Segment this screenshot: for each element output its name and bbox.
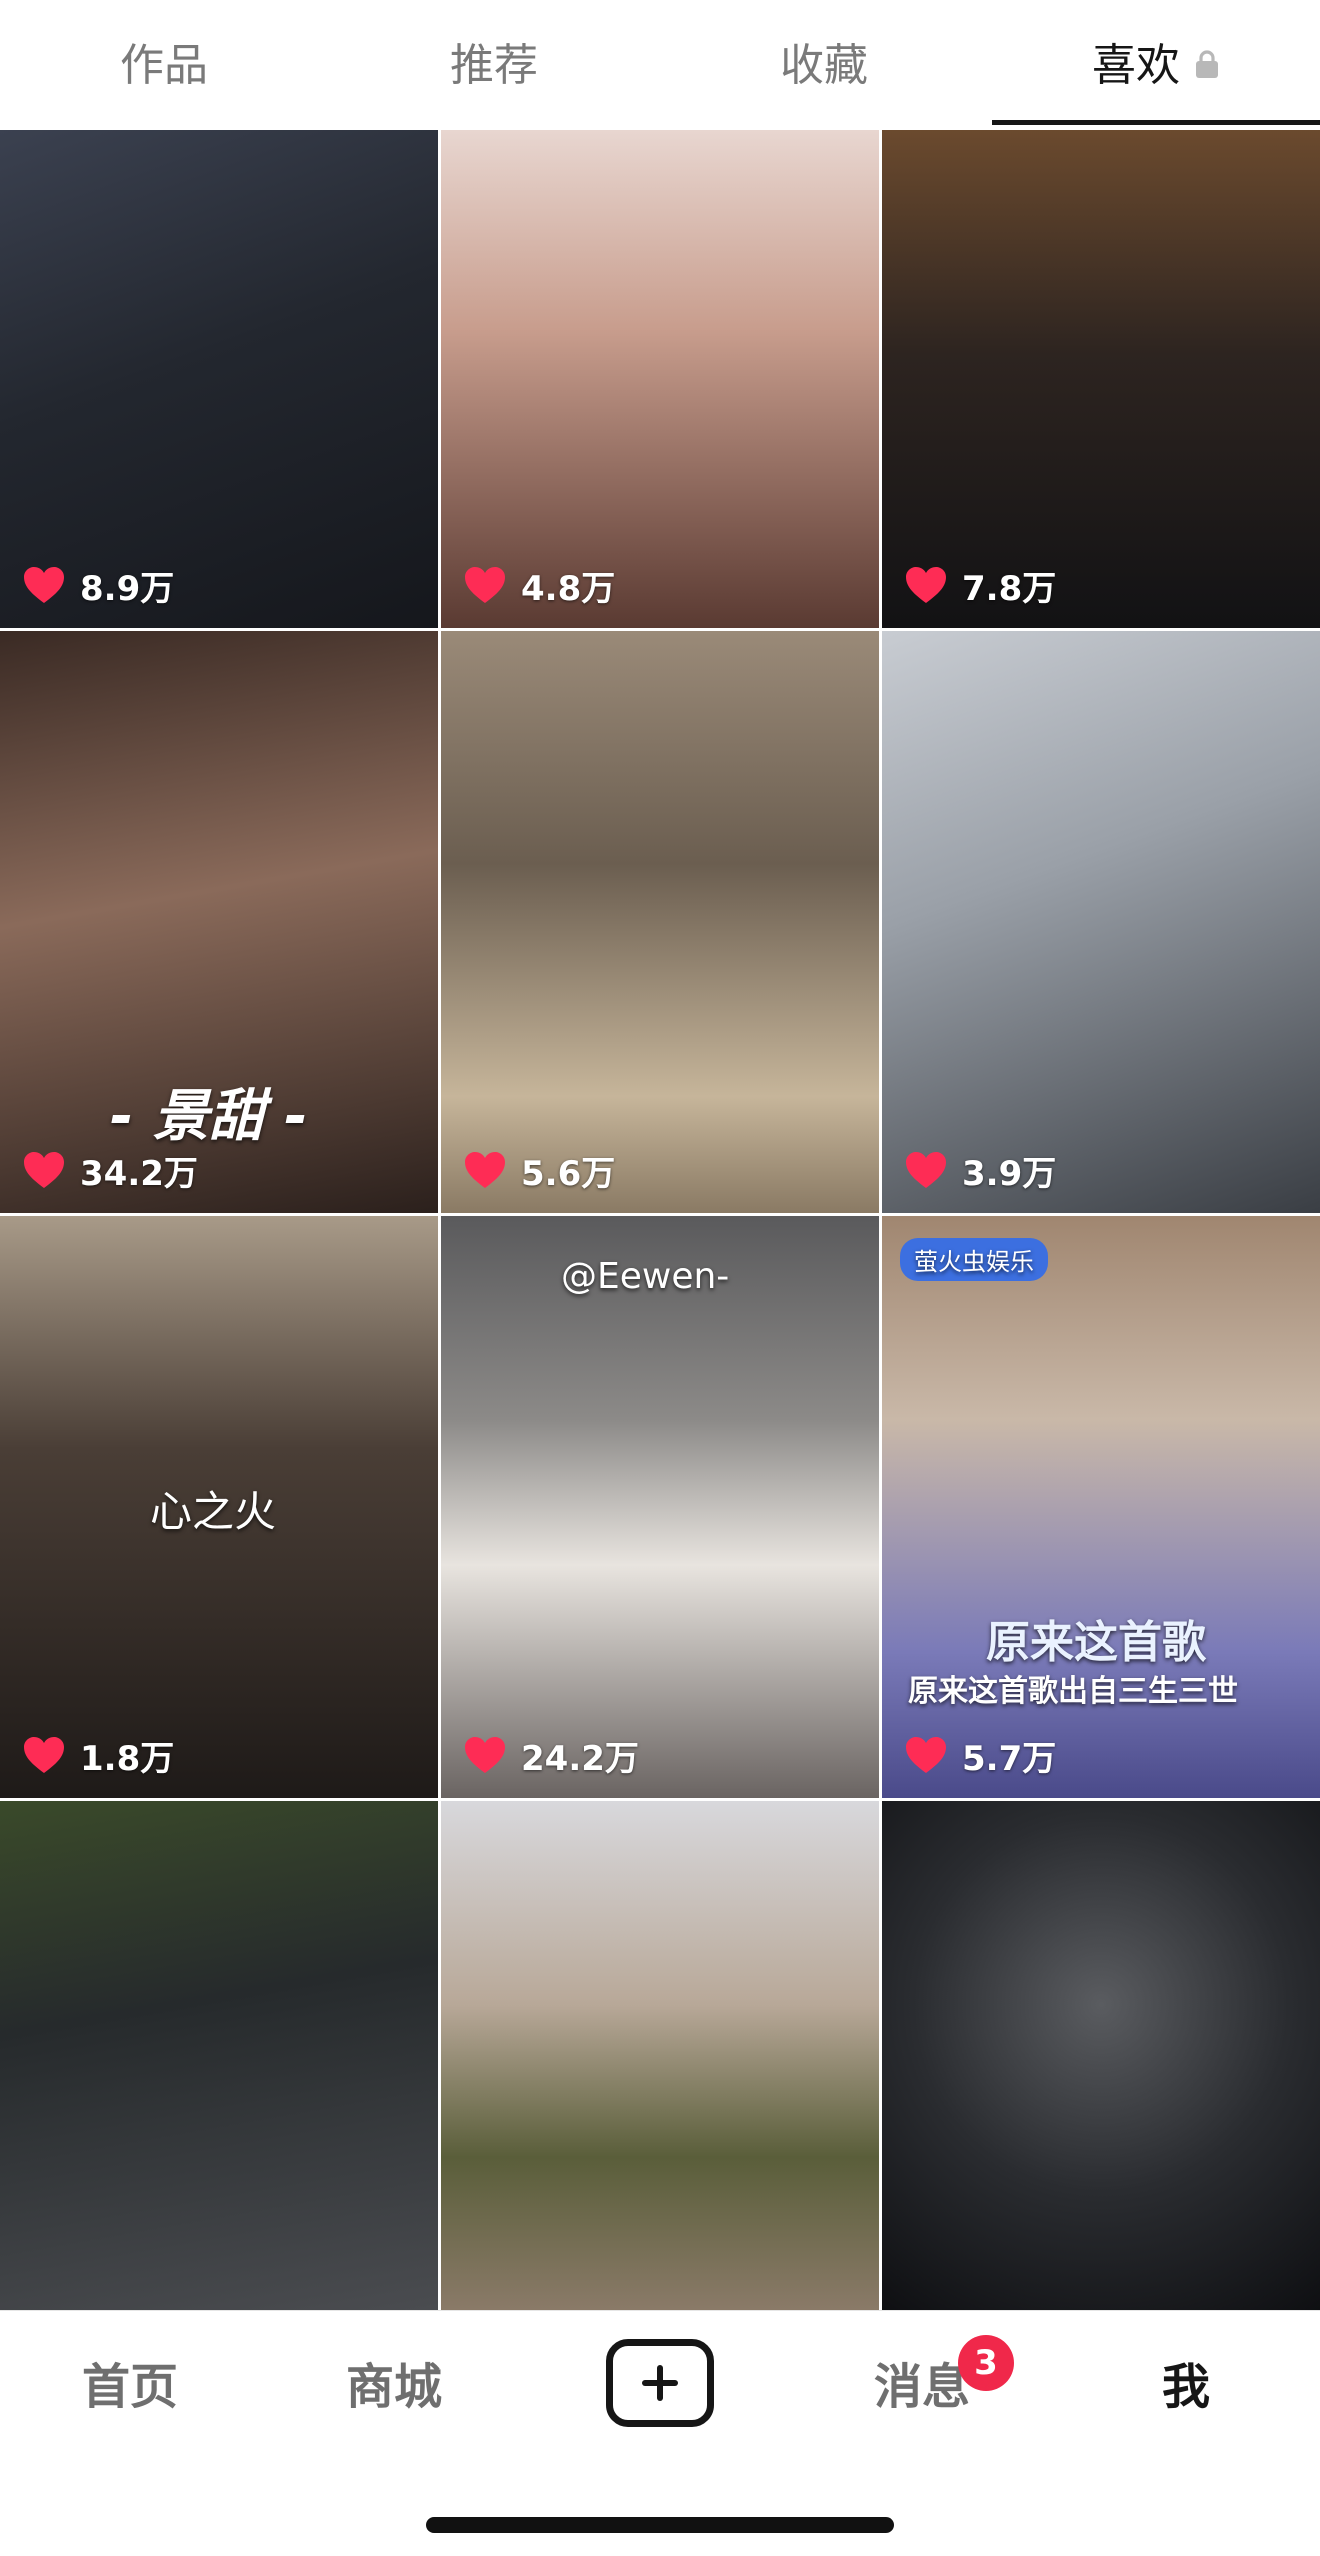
like-count-row: 3.9万 xyxy=(904,1145,1056,1195)
video-thumbnail[interactable]: - 景甜 - 34.2万 xyxy=(0,631,438,1213)
tab-liked[interactable]: 喜欢 xyxy=(1056,36,1256,96)
like-count-row: 5.7万 xyxy=(904,1730,1056,1780)
home-indicator xyxy=(426,2517,894,2533)
create-post-button[interactable] xyxy=(606,2339,714,2427)
heart-icon xyxy=(24,1737,64,1773)
tab-favorites[interactable]: 收藏 xyxy=(724,36,924,96)
heart-icon xyxy=(24,1152,64,1188)
heart-icon xyxy=(906,1737,946,1773)
video-thumbnail[interactable] xyxy=(441,1801,879,2310)
active-tab-indicator xyxy=(992,120,1320,125)
watermark-text: @Eewen- xyxy=(561,1256,730,1297)
video-thumbnail[interactable]: 3.9万 xyxy=(882,631,1320,1213)
lock-icon xyxy=(1196,50,1218,78)
heart-icon xyxy=(465,1152,505,1188)
video-thumbnail[interactable] xyxy=(882,1801,1320,2310)
like-count-row: 7.8万 xyxy=(904,560,1056,610)
heart-icon xyxy=(465,567,505,603)
like-count: 3.9万 xyxy=(962,1153,1057,1194)
video-thumbnail[interactable]: 4.8万 xyxy=(441,130,879,628)
bottom-navigation-bar: 首页 商城 消息 3 我 xyxy=(0,2310,1320,2556)
heart-icon xyxy=(24,567,64,603)
like-count-row: 5.6万 xyxy=(463,1145,615,1195)
video-caption: - 景甜 - xyxy=(110,1084,308,1149)
video-thumbnail[interactable]: 萤火虫娱乐 原来这首歌 原来这首歌出自三生三世 5.7万 xyxy=(882,1216,1320,1798)
like-count-row: 1.8万 xyxy=(22,1730,174,1780)
video-thumbnail[interactable]: 心之火 1.8万 xyxy=(0,1216,438,1798)
like-count-row: 24.2万 xyxy=(463,1730,639,1780)
plus-icon xyxy=(642,2365,678,2401)
like-count: 7.8万 xyxy=(962,568,1057,609)
like-count-row: 8.9万 xyxy=(22,560,174,610)
video-thumbnail[interactable]: 5.6万 xyxy=(441,631,879,1213)
channel-tag: 萤火虫娱乐 xyxy=(900,1238,1048,1281)
heart-icon xyxy=(906,567,946,603)
heart-icon xyxy=(906,1152,946,1188)
like-count: 5.6万 xyxy=(521,1153,616,1194)
like-count: 5.7万 xyxy=(962,1738,1057,1779)
video-subcaption: 原来这首歌出自三生三世 xyxy=(908,1674,1238,1709)
like-count: 24.2万 xyxy=(521,1738,639,1779)
video-thumbnail[interactable]: @Eewen- 24.2万 xyxy=(441,1216,879,1798)
top-tab-bar: 作品 推荐 收藏 喜欢 xyxy=(0,0,1320,130)
message-count-badge: 3 xyxy=(958,2335,1014,2391)
tab-works[interactable]: 作品 xyxy=(64,36,264,96)
nav-home[interactable]: 首页 xyxy=(40,2347,220,2427)
like-count: 8.9万 xyxy=(80,568,175,609)
video-caption: 心之火 xyxy=(150,1487,277,1536)
like-count-row: 4.8万 xyxy=(463,560,615,610)
liked-video-grid: 8.9万 4.8万 7.8万 - 景甜 - 34.2万 5.6万 3.9万 心之… xyxy=(0,130,1320,2310)
like-count: 4.8万 xyxy=(521,568,616,609)
tab-liked-label: 喜欢 xyxy=(1092,40,1180,91)
video-caption: 原来这首歌 xyxy=(986,1617,1206,1668)
nav-me[interactable]: 我 xyxy=(1096,2347,1276,2427)
heart-icon xyxy=(465,1737,505,1773)
video-thumbnail[interactable]: 7.8万 xyxy=(882,130,1320,628)
nav-mall[interactable]: 商城 xyxy=(304,2347,484,2427)
video-thumbnail[interactable]: 8.9万 xyxy=(0,130,438,628)
like-count: 1.8万 xyxy=(80,1738,175,1779)
tab-recommended[interactable]: 推荐 xyxy=(394,36,594,96)
like-count-row: 34.2万 xyxy=(22,1145,198,1195)
video-thumbnail[interactable] xyxy=(0,1801,438,2310)
like-count: 34.2万 xyxy=(80,1153,198,1194)
